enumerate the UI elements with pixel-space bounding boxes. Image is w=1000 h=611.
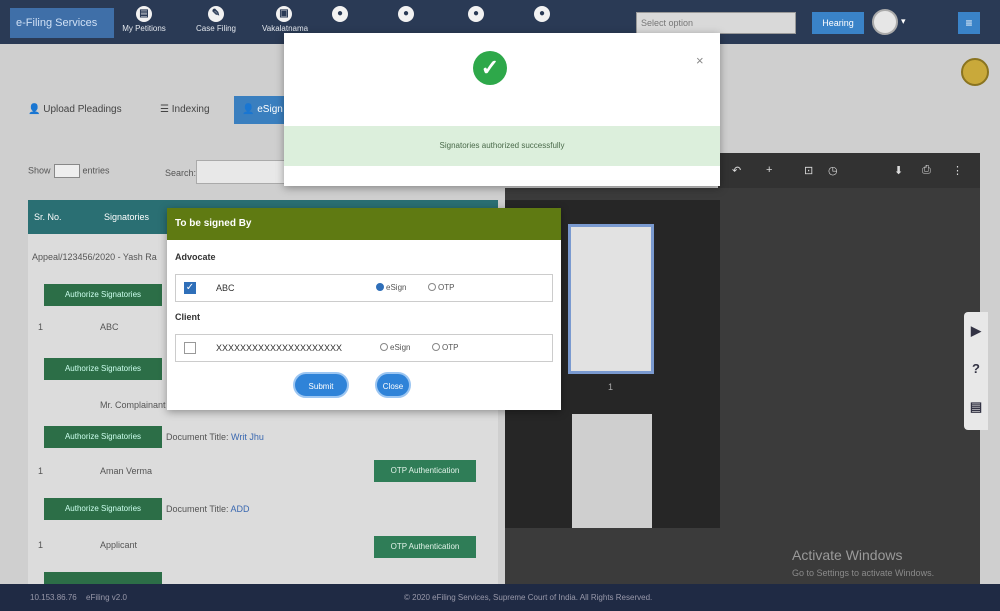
user-icon: 👤 — [242, 104, 258, 115]
otp-radio[interactable]: OTP — [428, 283, 454, 292]
esign-radio[interactable]: eSign — [380, 343, 410, 352]
circle-icon: ● — [534, 6, 550, 22]
close-icon[interactable]: × — [696, 53, 704, 68]
authorize-button[interactable]: Authorize Signatories — [44, 426, 162, 448]
document-title: Document Title: ADD — [166, 504, 250, 514]
submit-button[interactable]: Submit — [293, 372, 349, 398]
advocate-checkbox[interactable]: ✓ — [184, 282, 196, 294]
page-number: 1 — [608, 382, 614, 392]
menu-icon[interactable]: ≡ — [958, 12, 980, 34]
chevron-down-icon[interactable]: ▾ — [901, 16, 906, 27]
play-icon[interactable]: ▶ — [964, 312, 988, 350]
show-entries: Show entries — [28, 164, 110, 178]
row-sr: 1 — [38, 322, 44, 332]
nav-my-petitions[interactable]: ▤ My Petitions — [122, 4, 166, 42]
document-icon: ▤ — [136, 6, 152, 22]
file-icon: ▣ — [276, 6, 292, 22]
radio-dot — [432, 343, 440, 351]
watermark-title: Activate Windows — [792, 547, 903, 563]
pencil-icon: ✎ — [208, 6, 224, 22]
col-signatories[interactable]: Signatories — [104, 212, 149, 222]
download-icon[interactable]: ⬇ — [894, 164, 903, 177]
client-name: XXXXXXXXXXXXXXXXXXXXX — [216, 343, 343, 353]
success-message: Signatories authorized successfully — [284, 126, 720, 166]
watermark-subtitle: Go to Settings to activate Windows. — [792, 568, 935, 578]
otp-authentication-button[interactable]: OTP Authentication — [374, 536, 476, 558]
radio-dot — [380, 343, 388, 351]
client-row: XXXXXXXXXXXXXXXXXXXXX eSign OTP — [175, 334, 553, 362]
document-link[interactable]: Writ Jhu — [231, 432, 264, 442]
user-icon: 👤 — [28, 104, 44, 115]
tab-esign[interactable]: 👤 eSign — [234, 96, 291, 124]
entries-select[interactable] — [53, 164, 80, 178]
client-label: Client — [175, 312, 201, 322]
hearing-button[interactable]: Hearing — [812, 12, 864, 34]
row-name: ABC — [100, 322, 119, 332]
footer-copyright: © 2020 eFiling Services, Supreme Court o… — [404, 593, 653, 602]
list-icon: ☰ — [160, 104, 172, 115]
success-modal: ✓ × Signatories authorized successfully — [284, 33, 720, 186]
row-sr: 1 — [38, 540, 44, 550]
modal-title: To be signed By — [167, 208, 561, 240]
pdf-toolbar: ↶ + ⊡ ◷ ⬇ ⎙ ⋮ — [718, 153, 980, 188]
case-line: Appeal/123456/2020 - Yash Ra — [32, 252, 157, 262]
more-icon[interactable]: ⋮ — [952, 164, 963, 177]
authorize-button[interactable]: Authorize Signatories — [44, 284, 162, 306]
search-label: Search: — [165, 168, 197, 178]
circle-icon: ● — [468, 6, 484, 22]
fit-icon[interactable]: ⊡ — [804, 164, 813, 177]
search-input[interactable] — [196, 160, 286, 184]
esign-radio[interactable]: eSign — [376, 283, 406, 292]
footer: 10.153.86.76 eFiling v2.0 © 2020 eFiling… — [0, 584, 1000, 611]
tab-upload-pleadings[interactable]: 👤 Upload Pleadings — [28, 96, 122, 124]
circle-icon: ● — [398, 6, 414, 22]
advocate-label: Advocate — [175, 252, 216, 262]
row-name: Applicant — [100, 540, 138, 550]
otp-authentication-button[interactable]: OTP Authentication — [374, 460, 476, 482]
print-icon[interactable]: ⎙ — [922, 164, 931, 177]
page-thumbnail[interactable] — [568, 224, 654, 374]
nav-case-filing[interactable]: ✎ Case Filing — [194, 4, 238, 42]
help-icon[interactable]: ? — [964, 350, 988, 388]
rotate-icon[interactable]: ↶ — [732, 164, 741, 177]
close-button[interactable]: Close — [375, 372, 411, 398]
side-toolbar: ▶ ? ▤ — [964, 312, 988, 430]
authorize-button[interactable] — [44, 572, 162, 584]
row-name: Mr. Complainant — [100, 400, 166, 410]
footer-ip: 10.153.86.76 — [30, 593, 77, 602]
authorize-button[interactable]: Authorize Signatories — [44, 498, 162, 520]
document-title: Document Title: Writ Jhu — [166, 432, 264, 442]
col-sr-no[interactable]: Sr. No. — [34, 212, 62, 222]
authorize-button[interactable]: Authorize Signatories — [44, 358, 162, 380]
radio-dot — [376, 283, 384, 291]
app-logo[interactable]: e-Filing Services — [10, 8, 114, 38]
plus-icon[interactable]: + — [766, 164, 772, 176]
row-sr: 1 — [38, 466, 44, 476]
history-icon[interactable]: ◷ — [828, 164, 838, 177]
otp-radio[interactable]: OTP — [432, 343, 458, 352]
page-thumbnail[interactable] — [572, 414, 652, 528]
row-name: Aman Verma — [100, 466, 153, 476]
avatar[interactable] — [872, 9, 898, 35]
advocate-name: ABC — [216, 283, 235, 293]
top-select[interactable]: Select option — [636, 12, 796, 34]
footer-version: eFiling v2.0 — [86, 593, 127, 602]
advocate-row: ✓ ABC eSign OTP — [175, 274, 553, 302]
document-link[interactable]: ADD — [231, 504, 250, 514]
radio-dot — [428, 283, 436, 291]
pdf-icon[interactable]: ▤ — [964, 388, 988, 426]
circle-icon: ● — [332, 6, 348, 22]
check-circle-icon: ✓ — [473, 51, 507, 85]
badge-icon[interactable] — [961, 58, 989, 86]
tab-indexing[interactable]: ☰ Indexing — [160, 96, 210, 124]
client-checkbox[interactable] — [184, 342, 196, 354]
sign-modal: To be signed By Advocate ✓ ABC eSign OTP… — [167, 208, 561, 410]
